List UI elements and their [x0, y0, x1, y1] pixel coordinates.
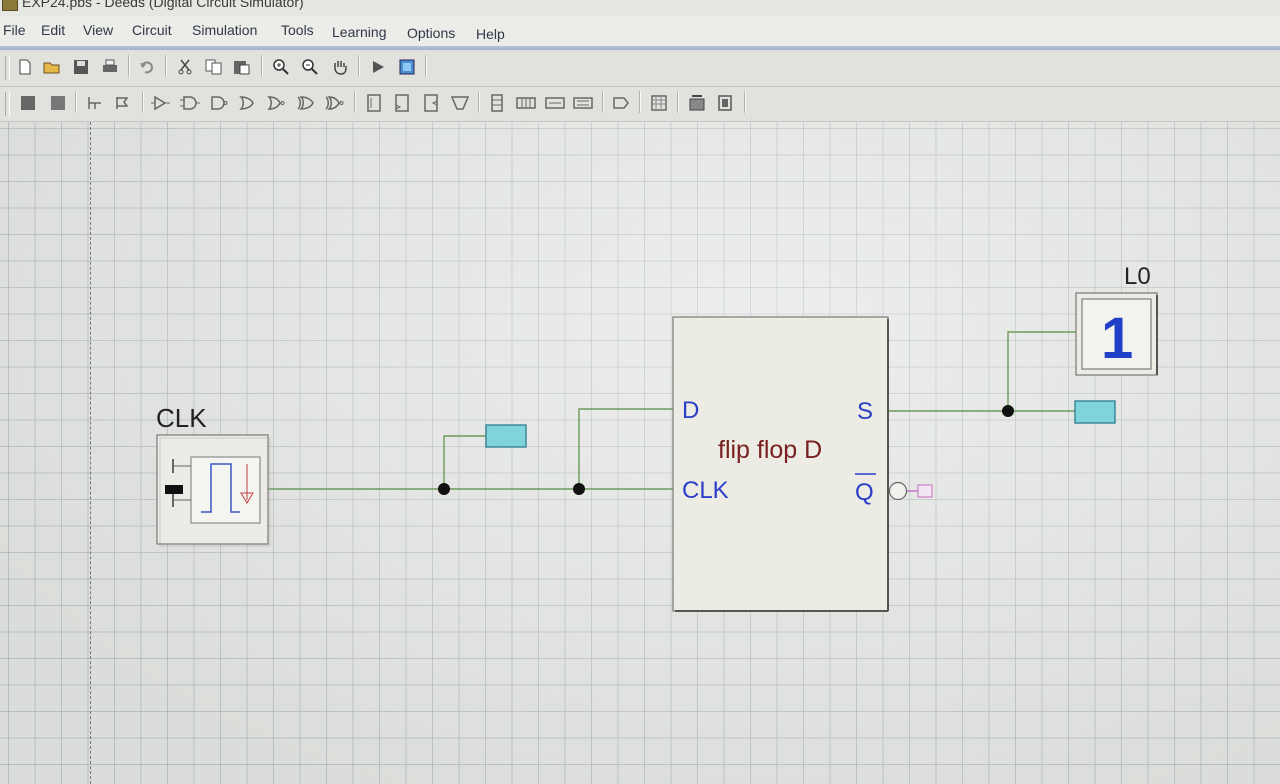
menu-view[interactable]: View: [83, 22, 113, 38]
run-simulation-icon[interactable]: [367, 56, 389, 78]
qbar-inversion-bubble: [888, 481, 908, 501]
memory-icon[interactable]: [572, 92, 594, 114]
menu-options[interactable]: Options: [407, 25, 455, 41]
zoom-in-icon[interactable]: [270, 56, 292, 78]
input-switch-icon[interactable]: [17, 92, 39, 114]
bus-icon[interactable]: [112, 92, 134, 114]
clock-pin-icon: [165, 485, 183, 494]
junction-dot: [1002, 405, 1014, 417]
schematic-canvas[interactable]: CLK flip flop D D CLK S Q 1 L0: [0, 122, 1280, 784]
jk-flipflop-icon[interactable]: [420, 92, 442, 114]
output-led-icon[interactable]: [47, 92, 69, 114]
toolbar-separator: [744, 91, 746, 113]
toolbar-grip[interactable]: [5, 92, 10, 116]
undo-icon[interactable]: [136, 56, 158, 78]
arrow-block-icon[interactable]: [610, 92, 632, 114]
toolbar-separator: [358, 55, 360, 77]
menu-tools[interactable]: Tools: [281, 22, 314, 38]
zoom-out-icon[interactable]: [299, 56, 321, 78]
qbar-output-pin[interactable]: [917, 484, 933, 498]
pin-label-clk: CLK: [682, 477, 729, 504]
counter-icon[interactable]: [515, 92, 537, 114]
nor-gate-icon[interactable]: [266, 92, 288, 114]
wire-led[interactable]: [1007, 331, 1076, 411]
led-digit: 1: [1101, 306, 1133, 371]
pin-label-d: D: [682, 397, 699, 424]
pan-hand-icon[interactable]: [329, 56, 351, 78]
paste-icon[interactable]: [231, 56, 253, 78]
toolbar-separator: [165, 55, 167, 77]
timing-diagram-icon[interactable]: [396, 56, 418, 78]
junction-dot: [438, 483, 450, 495]
fsm-icon[interactable]: [648, 92, 670, 114]
rom-icon[interactable]: [714, 92, 736, 114]
and-gate-icon[interactable]: [179, 92, 201, 114]
nand-gate-icon[interactable]: [208, 92, 230, 114]
buffer-icon[interactable]: [150, 92, 172, 114]
ram-icon[interactable]: [686, 92, 708, 114]
wire-split-icon[interactable]: [84, 92, 106, 114]
wire-probe-clk[interactable]: [443, 435, 486, 489]
xnor-gate-icon[interactable]: [324, 92, 346, 114]
wires: [268, 331, 1076, 492]
window-title: EXP24.pbs - Deeds (Digital Circuit Simul…: [22, 0, 304, 10]
toolbar-grip[interactable]: [5, 56, 10, 80]
menu-help[interactable]: Help: [476, 26, 505, 42]
menu-learning[interactable]: Learning: [332, 24, 387, 40]
toolbar-separator: [639, 91, 641, 113]
wire-d-input[interactable]: [578, 408, 673, 489]
toolbar-separator: [128, 55, 130, 77]
menu-circuit[interactable]: Circuit: [132, 22, 172, 38]
toolbar-separator: [425, 55, 427, 77]
save-icon[interactable]: [70, 56, 92, 78]
pin-label-s: S: [857, 398, 873, 425]
d-flipflop-icon[interactable]: [391, 92, 413, 114]
menu-file[interactable]: File: [3, 22, 26, 38]
flipflop-icon[interactable]: [363, 92, 385, 114]
toolbar-separator: [677, 91, 679, 113]
junction-dot: [573, 483, 585, 495]
decoder-icon[interactable]: [544, 92, 566, 114]
clock-label: CLK: [156, 403, 207, 433]
open-folder-icon[interactable]: [41, 56, 63, 78]
pin-label-qbar: Q: [855, 479, 874, 506]
or-gate-icon[interactable]: [237, 92, 259, 114]
probe-indicator-clk[interactable]: [485, 424, 527, 448]
d-flipflop-block[interactable]: [672, 316, 889, 612]
toolbar-separator: [478, 91, 480, 113]
led-label: L0: [1124, 263, 1151, 290]
menu-simulation[interactable]: Simulation: [192, 22, 257, 38]
toolbar-separator: [354, 91, 356, 113]
components-toolbar: [0, 87, 1280, 122]
toolbar-separator: [75, 91, 77, 113]
menu-bar: File Edit View Circuit Simulation Tools …: [0, 16, 1280, 46]
main-toolbar: [0, 50, 1280, 87]
app-icon: [2, 0, 18, 11]
copy-icon[interactable]: [203, 56, 225, 78]
toolbar-separator: [602, 91, 604, 113]
probe-indicator-s[interactable]: [1074, 400, 1116, 424]
clock-generator[interactable]: [156, 434, 271, 547]
menu-edit[interactable]: Edit: [41, 22, 65, 38]
new-file-icon[interactable]: [14, 56, 36, 78]
toolbar-separator: [142, 91, 144, 113]
title-bar: EXP24.pbs - Deeds (Digital Circuit Simul…: [0, 0, 1280, 16]
print-icon[interactable]: [99, 56, 121, 78]
toolbar-separator: [261, 55, 263, 77]
circuit-drawing: CLK flip flop D D CLK S Q 1 L0: [156, 263, 1158, 612]
flipflop-title: flip flop D: [718, 436, 822, 464]
mux-icon[interactable]: [449, 92, 471, 114]
cut-icon[interactable]: [174, 56, 196, 78]
register-icon[interactable]: [486, 92, 508, 114]
xor-gate-icon[interactable]: [295, 92, 317, 114]
